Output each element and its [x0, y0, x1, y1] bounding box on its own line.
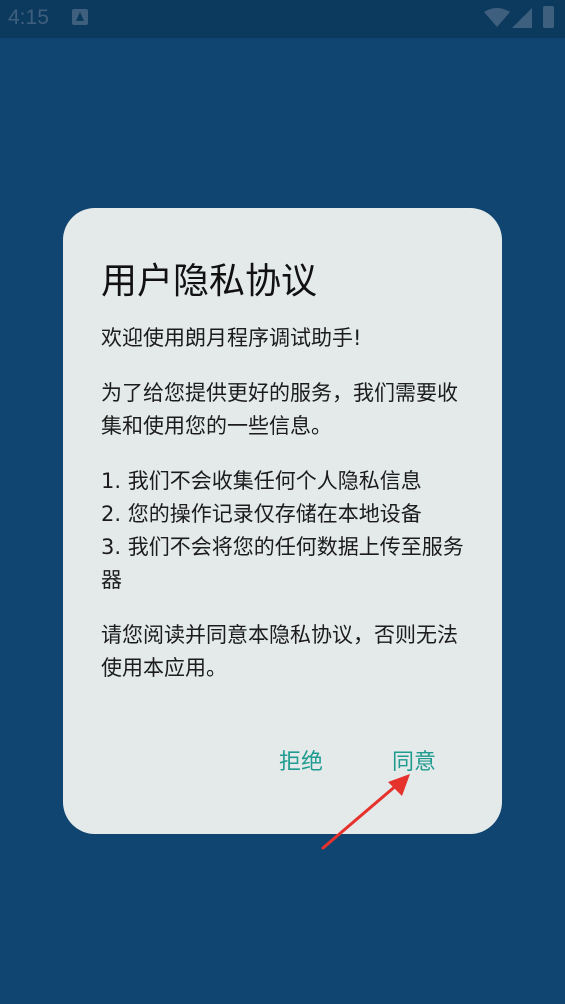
battery-icon	[543, 6, 554, 28]
annotation-arrow-icon	[321, 774, 410, 850]
policy-item-2: 2. 您的操作记录仅存储在本地设备	[101, 502, 422, 526]
wifi-icon	[484, 8, 510, 27]
policy-item-3: 3. 我们不会将您的任何数据上传至服务器	[101, 535, 464, 592]
privacy-dialog: 用户隐私协议 欢迎使用朗月程序调试助手! 为了给您提供更好的服务，我们需要收集和…	[63, 208, 502, 834]
dialog-body: 欢迎使用朗月程序调试助手! 为了给您提供更好的服务，我们需要收集和使用您的一些信…	[101, 322, 471, 685]
reject-button[interactable]: 拒绝	[279, 744, 323, 776]
signal-icon	[512, 8, 532, 28]
welcome-text: 欢迎使用朗月程序调试助手!	[101, 326, 362, 350]
intro-text: 为了给您提供更好的服务，我们需要收集和使用您的一些信息。	[101, 381, 458, 438]
consent-text: 请您阅读并同意本隐私协议，否则无法使用本应用。	[101, 623, 458, 680]
notification-icon	[72, 9, 88, 25]
policy-item-1: 1. 我们不会收集任何个人隐私信息	[101, 469, 422, 493]
status-time: 4:15	[8, 6, 49, 29]
status-bar: 4:15	[0, 0, 565, 38]
dialog-title: 用户隐私协议	[101, 261, 318, 302]
